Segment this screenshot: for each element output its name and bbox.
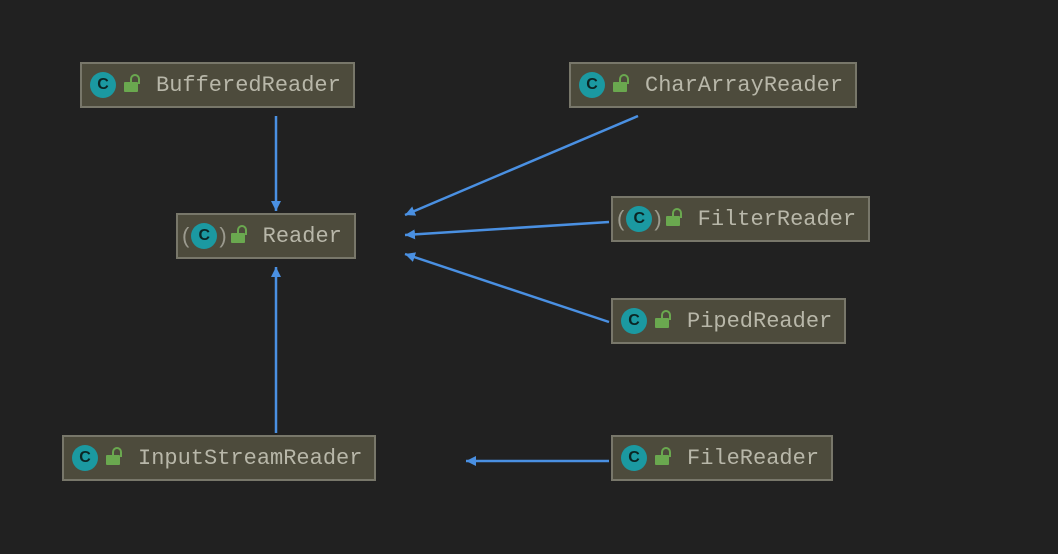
unlock-icon [613, 78, 627, 92]
edge-pipedreader-to-reader [405, 254, 609, 322]
class-icon: C [621, 308, 647, 334]
class-icon: C [191, 223, 217, 249]
unlock-icon [655, 451, 669, 465]
class-node-pipedreader[interactable]: C PipedReader [611, 298, 846, 344]
paren-left-icon: ( [617, 206, 624, 232]
edge-filterreader-to-reader [405, 222, 609, 235]
unlock-icon [666, 212, 680, 226]
class-node-inputstreamreader[interactable]: C InputStreamReader [62, 435, 376, 481]
class-node-reader[interactable]: ( C ) Reader [176, 213, 356, 259]
unlock-icon [655, 314, 669, 328]
class-label: CharArrayReader [645, 73, 843, 98]
class-icon: C [626, 206, 652, 232]
class-node-filereader[interactable]: C FileReader [611, 435, 833, 481]
class-label: BufferedReader [156, 73, 341, 98]
class-node-filterreader[interactable]: ( C ) FilterReader [611, 196, 870, 242]
paren-right-icon: ) [219, 223, 226, 249]
class-icon: C [72, 445, 98, 471]
class-label: FilterReader [698, 207, 856, 232]
unlock-icon [231, 229, 245, 243]
class-icon: C [579, 72, 605, 98]
class-label: PipedReader [687, 309, 832, 334]
class-label: FileReader [687, 446, 819, 471]
class-label: Reader [263, 224, 342, 249]
class-icon: C [621, 445, 647, 471]
class-label: InputStreamReader [138, 446, 362, 471]
paren-right-icon: ) [654, 206, 661, 232]
unlock-icon [124, 78, 138, 92]
class-node-chararrayreader[interactable]: C CharArrayReader [569, 62, 857, 108]
class-diagram-canvas: C BufferedReader C CharArrayReader ( C )… [0, 0, 1058, 554]
unlock-icon [106, 451, 120, 465]
edge-chararrayreader-to-reader [405, 116, 638, 215]
class-icon: C [90, 72, 116, 98]
class-node-bufferedreader[interactable]: C BufferedReader [80, 62, 355, 108]
paren-left-icon: ( [182, 223, 189, 249]
